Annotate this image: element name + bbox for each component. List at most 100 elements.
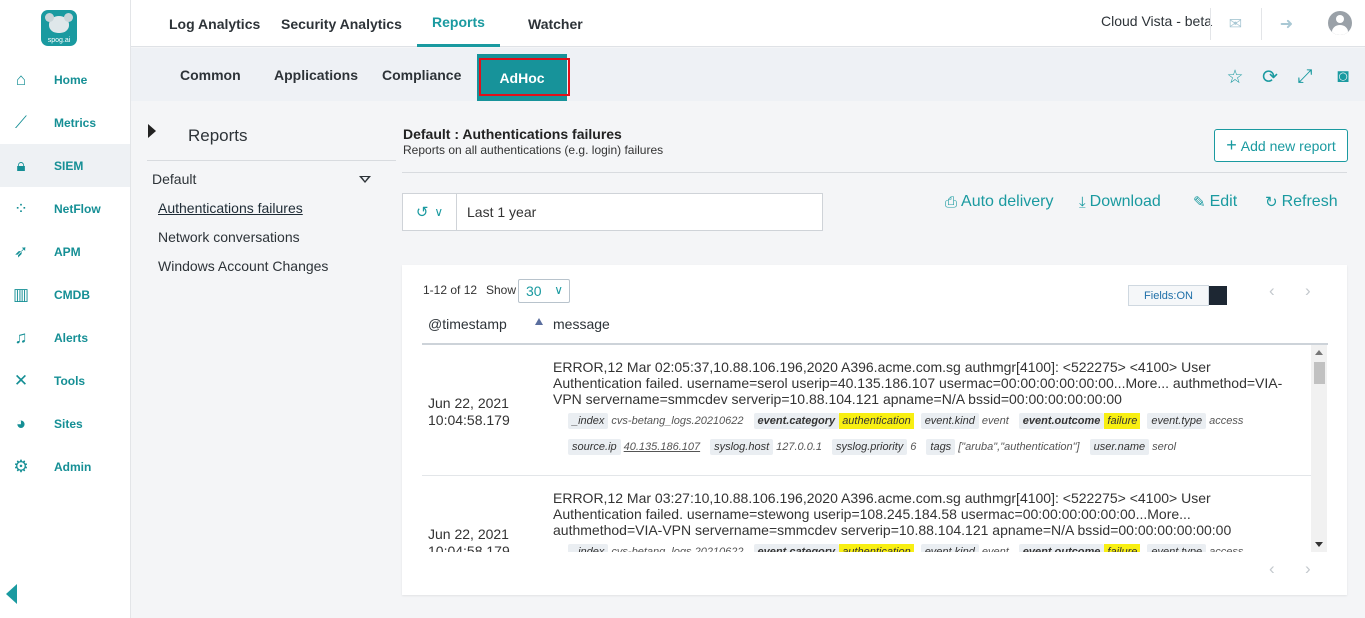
sidebar-item-label: Alerts [54, 330, 89, 345]
globe-icon: ◕ [15, 413, 27, 433]
field-value: ["aruba","authentication"] [958, 441, 1080, 453]
collapse-sidebar-icon[interactable] [6, 584, 17, 604]
sidebar-item-metrics[interactable]: ⟋ Metrics [0, 101, 130, 144]
star-icon[interactable]: ☆ [1224, 66, 1246, 88]
column-header-timestamp[interactable]: @timestamp [428, 316, 507, 332]
field-chip[interactable]: event.category authentication [753, 413, 914, 429]
add-new-report-button[interactable]: + Add new report [1214, 129, 1348, 162]
tab-watcher[interactable]: Watcher [528, 0, 583, 47]
field-chip[interactable]: _index cvs-betang_logs.20210622 [568, 413, 747, 429]
tab-security-analytics[interactable]: Security Analytics [281, 0, 402, 47]
sidebar-item-label: SIEM [54, 158, 84, 173]
history-icon: ↺ [415, 204, 429, 221]
auto-delivery-button[interactable]: ⎙ Auto delivery [945, 193, 1054, 211]
field-chip[interactable]: event.type access [1147, 413, 1246, 429]
field-key: tags [926, 439, 956, 455]
next-page-icon[interactable]: › [1305, 559, 1311, 579]
fields-toggle-switch[interactable] [1209, 286, 1227, 305]
scroll-down-icon[interactable] [1315, 542, 1323, 547]
report-title: Default : Authentications failures [403, 126, 622, 142]
field-chip[interactable]: event.type access [1147, 544, 1246, 552]
add-new-report-label: Add new report [1240, 137, 1336, 154]
field-chip[interactable]: syslog.host 127.0.0.1 [710, 439, 825, 455]
next-page-icon[interactable]: › [1305, 281, 1311, 301]
field-chip[interactable]: event.outcome failure [1018, 413, 1141, 429]
field-chip[interactable]: _index cvs-betang_logs.20210622 [568, 544, 747, 552]
sidebar-item-siem[interactable]: 🔒︎ SIEM [0, 144, 130, 187]
reports-panel-title: Reports [188, 126, 248, 145]
row-time: 10:04:58.179 [428, 543, 510, 552]
report-item-windows-account-changes[interactable]: Windows Account Changes [158, 258, 328, 274]
refresh-button[interactable]: ↻ Refresh [1265, 193, 1338, 211]
chevron-down-icon: ∨ [554, 283, 563, 297]
sidebar-item-netflow[interactable]: ⁘ NetFlow [0, 187, 130, 230]
field-chip[interactable]: source.ip 40.135.186.107 [568, 439, 703, 455]
report-group-default[interactable]: Default [152, 171, 196, 187]
scroll-up-icon[interactable] [1315, 350, 1323, 355]
history-dropdown[interactable]: ↺ ∨ [403, 194, 457, 230]
prev-page-icon[interactable]: ‹ [1269, 559, 1275, 579]
divider [402, 172, 1347, 173]
field-chip[interactable]: event.kind event [920, 544, 1012, 552]
sidebar-item-apm[interactable]: ➶ APM [0, 230, 130, 273]
field-chip[interactable]: event.outcome failure [1018, 544, 1141, 552]
field-chip[interactable]: event.kind event [920, 413, 1012, 429]
row-date: Jun 22, 2021 [428, 395, 509, 411]
sync-icon[interactable]: ⟳ [1259, 66, 1281, 88]
fields-toggle-button[interactable]: Fields:ON [1128, 285, 1209, 306]
report-item-authentications-failures[interactable]: Authentications failures [158, 200, 303, 216]
sidebar-item-cmdb[interactable]: ▥ CMDB [0, 273, 130, 316]
time-range-value[interactable]: Last 1 year [467, 204, 536, 220]
sidebar-item-alerts[interactable]: ♫ Alerts [0, 316, 130, 359]
report-item-network-conversations[interactable]: Network conversations [158, 229, 300, 245]
field-value: failure [1104, 413, 1141, 429]
field-chip[interactable]: tags ["aruba","authentication"] [926, 439, 1082, 455]
table-row[interactable]: Jun 22, 2021 10:04:58.179 ERROR,12 Mar 0… [422, 345, 1312, 476]
sidebar-item-sites[interactable]: ◕ Sites [0, 402, 130, 445]
field-key: user.name [1089, 439, 1150, 455]
table-scrollbar[interactable] [1311, 345, 1327, 552]
page-size-value: 30 [526, 283, 542, 299]
page-size-select[interactable]: 30 ∨ [518, 279, 570, 303]
logout-icon[interactable]: ➜ [1261, 8, 1311, 40]
expand-icon[interactable]: ⤢ [1294, 66, 1316, 88]
time-range-picker[interactable]: ↺ ∨ Last 1 year [402, 193, 823, 231]
adhoc-callout-highlight [479, 58, 570, 96]
field-chips-line: _index cvs-betang_logs.20210622 event.cat… [568, 544, 1246, 552]
subtab-applications[interactable]: Applications [274, 48, 358, 101]
field-key: event.outcome [1018, 544, 1105, 552]
download-button[interactable]: ⤓ Download [1079, 193, 1161, 211]
sidebar-item-label: Home [54, 72, 88, 87]
sidebar-item-admin[interactable]: ⚙ Admin [0, 445, 130, 488]
spog-logo[interactable]: spog.ai [41, 10, 77, 46]
field-key: event.type [1147, 413, 1207, 429]
user-avatar-icon[interactable] [1328, 11, 1352, 35]
field-chip[interactable]: event.category authentication [753, 544, 914, 552]
column-header-message[interactable]: message [553, 316, 610, 332]
tab-reports[interactable]: Reports [417, 0, 500, 47]
field-chip[interactable]: user.name serol [1089, 439, 1179, 455]
mail-icon[interactable]: ✉ [1210, 8, 1260, 40]
tab-log-analytics[interactable]: Log Analytics [169, 0, 260, 47]
field-value: authentication [839, 413, 914, 429]
reports-panel-toggle-icon[interactable] [148, 124, 156, 138]
field-key: event.category [753, 413, 840, 429]
sidebar-item-label: NetFlow [54, 201, 101, 216]
subtab-compliance[interactable]: Compliance [382, 48, 461, 101]
scroll-thumb[interactable] [1314, 362, 1325, 384]
subtab-common[interactable]: Common [180, 48, 241, 101]
field-value-link[interactable]: 40.135.186.107 [621, 439, 703, 455]
sort-ascending-icon[interactable] [535, 318, 543, 325]
chevron-down-icon: ∨ [434, 205, 444, 219]
field-chip[interactable]: syslog.priority 6 [832, 439, 919, 455]
logo-text: spog.ai [47, 37, 71, 44]
sidebar-item-home[interactable]: ⌂ Home [0, 58, 130, 101]
results-card: 1-12 of 12 Show 30 ∨ Fields:ON ‹ › @time… [402, 265, 1347, 595]
refresh-icon: ↻ [1265, 194, 1278, 211]
edit-button[interactable]: ✎ Edit [1193, 193, 1237, 211]
prev-page-icon[interactable]: ‹ [1269, 281, 1275, 301]
camera-icon[interactable]: ◙ [1332, 66, 1354, 88]
chevron-down-icon[interactable] [359, 176, 371, 183]
table-row[interactable]: Jun 22, 2021 10:04:58.179 ERROR,12 Mar 0… [422, 476, 1312, 552]
sidebar-item-tools[interactable]: ✕ Tools [0, 359, 130, 402]
